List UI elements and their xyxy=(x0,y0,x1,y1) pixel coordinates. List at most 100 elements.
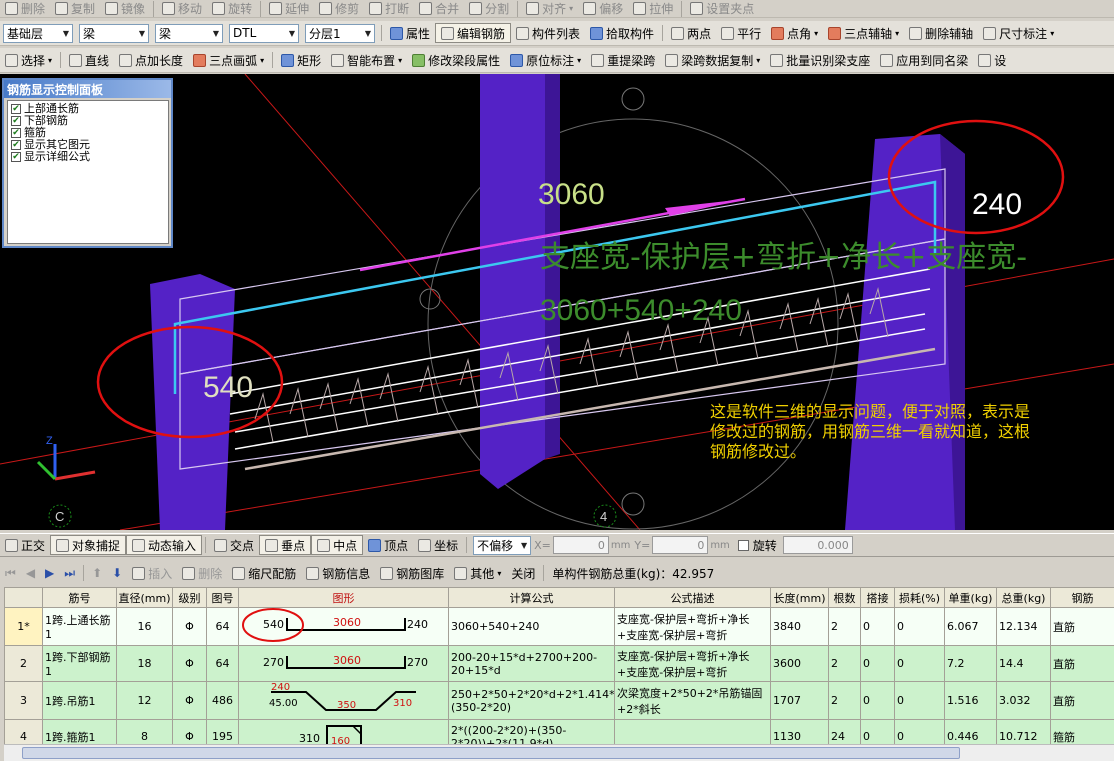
loss-cell[interactable]: 0 xyxy=(894,645,945,682)
column-header[interactable]: 图形 xyxy=(238,587,449,608)
scale-rebar-button[interactable]: 缩尺配筋 xyxy=(227,562,301,584)
prev-button[interactable]: ◀ xyxy=(21,562,40,584)
formula-cell[interactable]: 3060+540+240 xyxy=(448,607,615,646)
formula-cell[interactable]: 250+2*50+2*20*d+2*1.414*(350-2*20) xyxy=(448,681,615,720)
grade-cell[interactable]: Φ xyxy=(172,645,207,682)
count-cell[interactable]: 2 xyxy=(828,607,861,646)
figure-no-cell[interactable]: 64 xyxy=(206,607,239,646)
column-header[interactable]: 钢筋 xyxy=(1050,587,1114,608)
mirror-button[interactable]: 镜像 xyxy=(100,0,150,17)
move-down-button[interactable]: ⬇ xyxy=(107,562,127,584)
rebar-library-button[interactable]: 钢筋图库 xyxy=(375,562,449,584)
count-cell[interactable]: 2 xyxy=(828,681,861,720)
grade-cell[interactable]: Φ xyxy=(172,607,207,646)
unit-weight-cell[interactable]: 6.067 xyxy=(944,607,997,646)
row-index[interactable]: 2 xyxy=(4,645,43,682)
rotate-button[interactable]: 旋转 xyxy=(207,0,257,17)
diameter-cell[interactable]: 18 xyxy=(116,645,173,682)
copy-span-data-button[interactable]: 梁跨数据复制 ▾ xyxy=(660,48,765,72)
rotate-input[interactable]: 0.000 xyxy=(782,536,853,554)
total-weight-cell[interactable]: 12.134 xyxy=(996,607,1051,646)
floor-select[interactable]: 基础层 ▼ xyxy=(3,23,73,43)
apply-same-name-button[interactable]: 应用到同名梁 xyxy=(875,48,973,72)
column-header[interactable]: 直径(mm) xyxy=(116,587,173,608)
figure-no-cell[interactable]: 486 xyxy=(206,681,239,720)
x-input[interactable]: 0 xyxy=(552,536,609,554)
break-button[interactable]: 打断 xyxy=(364,0,414,17)
shape-cell[interactable]: 270 3060 270 xyxy=(238,645,449,682)
dynamic-input-button[interactable]: 动态输入 xyxy=(126,535,203,555)
coordinate-button[interactable]: 坐标 xyxy=(413,534,463,556)
pick-component-button[interactable]: 拾取构件 xyxy=(585,21,659,45)
row-index[interactable]: 3 xyxy=(4,681,43,720)
offset-select[interactable]: 不偏移 ▼ xyxy=(473,535,532,555)
column-header[interactable]: 长度(mm) xyxy=(770,587,829,608)
align-button[interactable]: 对齐 ▾ xyxy=(521,0,578,17)
lap-cell[interactable]: 0 xyxy=(860,645,895,682)
three-point-axis-button[interactable]: 三点辅轴 ▾ xyxy=(823,21,904,45)
table-row[interactable]: 1* 1跨.上通长筋1 16 Φ 64 540 3060 240 3060+54… xyxy=(4,607,1114,646)
table-row[interactable]: 2 1跨.下部钢筋1 18 Φ 64 270 3060 270 200-20+1… xyxy=(4,645,1114,682)
description-cell[interactable]: 支座宽-保护层+弯折+净长+支座宽-保护层+弯折 xyxy=(614,645,771,682)
select-button[interactable]: 选择 ▾ xyxy=(0,48,57,72)
description-cell[interactable]: 支座宽-保护层+弯折+净长+支座宽-保护层+弯折 xyxy=(614,607,771,646)
set-grip-button[interactable]: 设置夹点 xyxy=(685,0,759,17)
rotate-checkbox[interactable] xyxy=(737,539,749,551)
formula-cell[interactable]: 200-20+15*d+2700+200-20+15*d xyxy=(448,645,615,682)
modify-segment-button[interactable]: 修改梁段属性 xyxy=(407,48,505,72)
merge-button[interactable]: 合并 xyxy=(414,0,464,17)
column-header[interactable]: 搭接 xyxy=(860,587,895,608)
sublayer-select[interactable]: 分层1 ▼ xyxy=(305,23,375,43)
column-header[interactable]: 公式描述 xyxy=(614,587,771,608)
next-button[interactable]: ▶ xyxy=(40,562,59,584)
settings-button[interactable]: 设 xyxy=(973,48,1011,72)
midpoint-button[interactable]: 中点 xyxy=(311,535,364,555)
dimension-button[interactable]: 尺寸标注 ▾ xyxy=(978,21,1059,45)
close-button[interactable]: 关闭 xyxy=(506,562,540,584)
offset-button[interactable]: 偏移 xyxy=(578,0,628,17)
object-snap-button[interactable]: 对象捕捉 xyxy=(50,535,127,555)
vertex-button[interactable]: 顶点 xyxy=(363,534,413,556)
shape-cell[interactable]: 240 45.00 350 310 xyxy=(238,681,449,720)
copy-button[interactable]: 复制 xyxy=(50,0,100,17)
shape-cell[interactable]: 540 3060 240 xyxy=(238,607,449,646)
three-point-arc-button[interactable]: 三点画弧 ▾ xyxy=(188,48,269,72)
in-place-label-button[interactable]: 原位标注 ▾ xyxy=(505,48,586,72)
move-button[interactable]: 移动 xyxy=(157,0,207,17)
reextract-span-button[interactable]: 重提梁跨 xyxy=(586,48,660,72)
bar-name-cell[interactable]: 1跨.吊筋1 xyxy=(42,681,117,720)
count-cell[interactable]: 2 xyxy=(828,645,861,682)
scrollbar-thumb[interactable] xyxy=(22,747,960,759)
ortho-button[interactable]: 正交 xyxy=(0,534,50,556)
rebar-info-button[interactable]: 钢筋信息 xyxy=(301,562,375,584)
parallel-button[interactable]: 平行 xyxy=(716,21,766,45)
table-row[interactable]: 3 1跨.吊筋1 12 Φ 486 240 45.00 350 310 250+… xyxy=(4,681,1114,720)
column-header[interactable]: 根数 xyxy=(828,587,861,608)
properties-button[interactable]: 属性 xyxy=(385,21,435,45)
point-angle-button[interactable]: 点角 ▾ xyxy=(766,21,823,45)
diameter-cell[interactable]: 12 xyxy=(116,681,173,720)
column-header[interactable]: 计算公式 xyxy=(448,587,615,608)
intersection-button[interactable]: 交点 xyxy=(209,534,259,556)
insert-button[interactable]: 插入 xyxy=(127,562,177,584)
move-up-button[interactable]: ⬆ xyxy=(87,562,107,584)
batch-identify-button[interactable]: 批量识别梁支座 xyxy=(765,48,875,72)
point-length-button[interactable]: 点加长度 xyxy=(114,48,188,72)
bar-name-cell[interactable]: 1跨.下部钢筋1 xyxy=(42,645,117,682)
description-cell[interactable]: 次梁宽度+2*50+2*吊筋锚固+2*斜长 xyxy=(614,681,771,720)
delete-row-button[interactable]: 删除 xyxy=(177,562,227,584)
horizontal-scrollbar[interactable] xyxy=(4,744,1114,761)
column-header[interactable]: 图号 xyxy=(206,587,239,608)
row-index[interactable]: 1* xyxy=(4,607,43,646)
loss-cell[interactable]: 0 xyxy=(894,681,945,720)
delete-button[interactable]: 删除 xyxy=(0,0,50,17)
rebar-type-cell[interactable]: 直筋 xyxy=(1050,645,1114,682)
grade-cell[interactable]: Φ xyxy=(172,681,207,720)
stretch-button[interactable]: 拉伸 xyxy=(628,0,678,17)
component-select[interactable]: DTL ▼ xyxy=(229,23,299,43)
unit-weight-cell[interactable]: 1.516 xyxy=(944,681,997,720)
length-cell[interactable]: 3600 xyxy=(770,645,829,682)
column-header[interactable]: 总重(kg) xyxy=(996,587,1051,608)
trim-button[interactable]: 修剪 xyxy=(314,0,364,17)
unit-weight-cell[interactable]: 7.2 xyxy=(944,645,997,682)
